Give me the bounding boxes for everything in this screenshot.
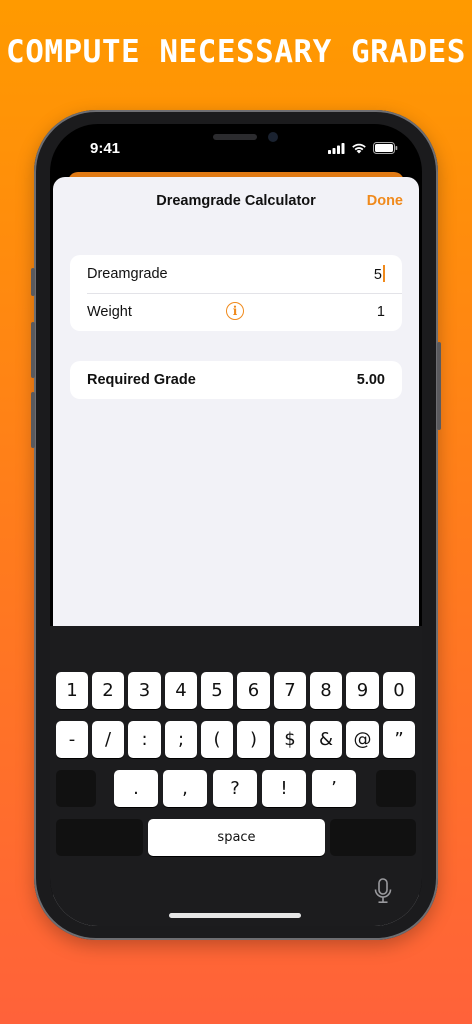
front-camera [268,132,278,142]
required-grade-row: Required Grade 5.00 [70,361,402,399]
key-5[interactable]: 5 [201,672,233,709]
key-4[interactable]: 4 [165,672,197,709]
weight-label: Weight [87,304,132,320]
key-dollar[interactable]: $ [274,721,306,758]
status-bar: 9:41 [50,124,422,174]
key-ampersand[interactable]: & [310,721,342,758]
cellular-signal-icon [328,142,345,154]
key-space[interactable]: space [148,819,325,856]
weight-input[interactable]: 1 [377,304,385,320]
key-1[interactable]: 1 [56,672,88,709]
key-close-paren[interactable]: ) [237,721,270,758]
dreamgrade-input[interactable]: 5 [374,265,385,283]
status-time: 9:41 [90,140,121,157]
key-hyphen[interactable]: - [56,721,88,758]
text-cursor [383,265,385,282]
key-9[interactable]: 9 [346,672,379,709]
key-period[interactable]: . [114,770,158,807]
phone-power-button [437,342,441,430]
phone-volume-down [31,392,35,448]
key-quote[interactable]: ” [383,721,415,758]
dreamgrade-label: Dreamgrade [87,266,168,282]
key-2[interactable]: 2 [92,672,124,709]
key-7[interactable]: 7 [274,672,306,709]
earpiece-speaker [213,134,257,140]
status-icons [328,142,398,154]
phone-volume-up [31,322,35,378]
key-slash[interactable]: / [92,721,124,758]
key-8[interactable]: 8 [310,672,342,709]
key-6[interactable]: 6 [237,672,270,709]
required-grade-label: Required Grade [87,372,196,388]
input-group: Dreamgrade 5 Weight i 1 [70,255,402,331]
dreamgrade-value: 5 [373,267,382,283]
key-semicolon[interactable]: ; [165,721,197,758]
key-exclamation[interactable]: ! [262,770,306,807]
key-abc-toggle[interactable] [56,819,143,856]
required-grade-value: 5.00 [356,372,385,388]
key-colon[interactable]: : [128,721,161,758]
key-0[interactable]: 0 [383,672,415,709]
wifi-icon [352,143,366,154]
key-apostrophe[interactable]: ’ [312,770,356,807]
result-group: Required Grade 5.00 [70,361,402,399]
key-open-paren[interactable]: ( [201,721,233,758]
done-button[interactable]: Done [367,193,403,209]
phone-screen: 9:41 Dreamgrade Calculator Done Dreamgra… [50,124,422,926]
key-question[interactable]: ? [213,770,257,807]
microphone-icon[interactable] [374,878,392,904]
key-comma[interactable]: , [163,770,207,807]
numeric-keyboard: 1 2 3 4 5 6 7 8 9 0 - / : ; ( ) $ & @ ” … [50,626,422,926]
sheet-title: Dreamgrade Calculator [156,193,316,209]
dreamgrade-row[interactable]: Dreamgrade 5 [70,255,402,293]
key-3[interactable]: 3 [128,672,161,709]
battery-icon [373,142,398,154]
key-return[interactable] [330,819,416,856]
navigation-bar: Dreamgrade Calculator Done [53,177,419,225]
promo-headline: COMPUTE NECESSARY GRADES [6,34,466,70]
weight-row[interactable]: Weight i 1 [70,293,402,331]
info-icon[interactable]: i [226,302,244,320]
key-backspace[interactable] [376,770,416,807]
key-at[interactable]: @ [346,721,379,758]
key-symbols-toggle[interactable] [56,770,96,807]
home-indicator[interactable] [169,913,301,918]
phone-silent-switch [31,268,35,296]
